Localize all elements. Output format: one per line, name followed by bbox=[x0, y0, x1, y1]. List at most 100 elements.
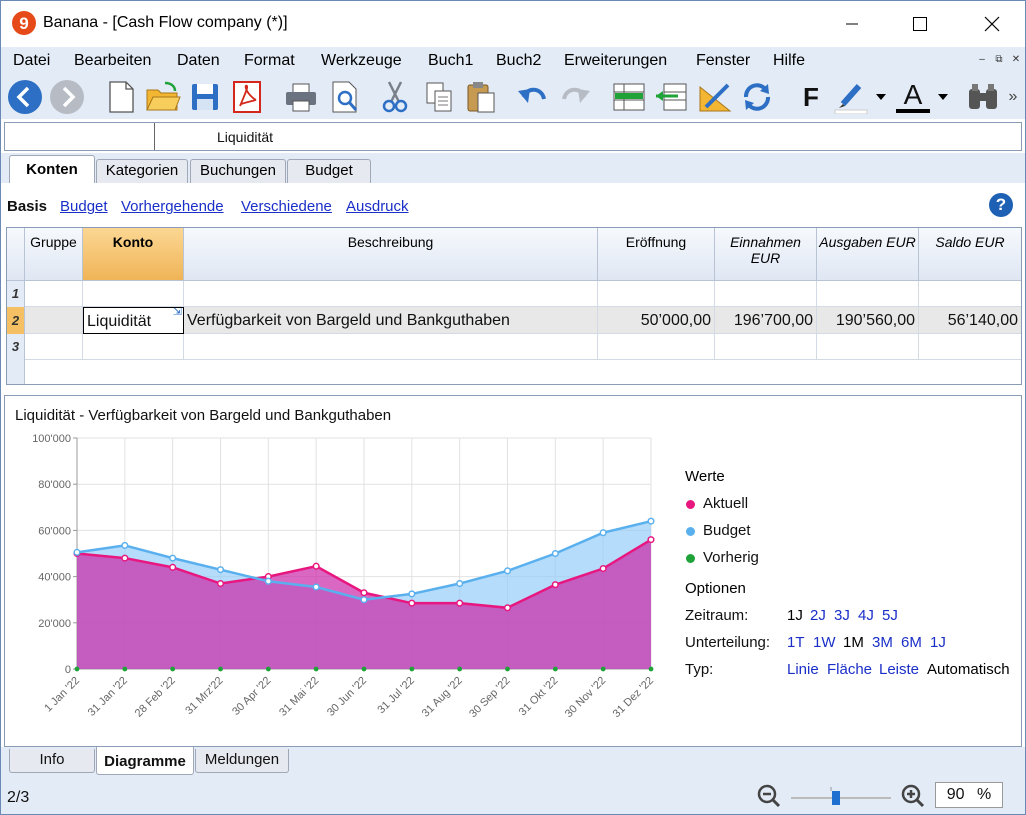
column-header-einnahmen[interactable]: Einnahmen EUR bbox=[715, 228, 817, 281]
typ-option[interactable]: Linie bbox=[787, 661, 819, 678]
table-cell[interactable] bbox=[83, 281, 184, 307]
pdf-button[interactable] bbox=[229, 79, 265, 115]
tab-meldungen[interactable]: Meldungen bbox=[195, 749, 289, 773]
table-cell[interactable] bbox=[598, 334, 715, 360]
column-header-saldo[interactable]: Saldo EUR bbox=[919, 228, 1021, 281]
insert-rows-button[interactable] bbox=[611, 79, 647, 115]
tab-info[interactable]: Info bbox=[9, 749, 95, 773]
cut-button[interactable] bbox=[377, 79, 413, 115]
table-cell[interactable] bbox=[919, 281, 1021, 307]
zeitraum-option[interactable]: 1J bbox=[787, 607, 803, 624]
zeitraum-option[interactable]: 3J bbox=[834, 607, 850, 624]
column-header-eroeffnung[interactable]: Eröffnung bbox=[598, 228, 715, 281]
table-cell[interactable]: 50’000,00 bbox=[598, 307, 715, 334]
tab-buchungen[interactable]: Buchungen bbox=[190, 159, 286, 183]
find-button[interactable] bbox=[965, 79, 1001, 115]
view-link-ausdruck[interactable]: Ausdruck bbox=[346, 198, 409, 215]
cell-link-icon[interactable]: ⇲ bbox=[173, 308, 182, 318]
toolbar-more-button[interactable]: » bbox=[1003, 79, 1023, 115]
zeitraum-option[interactable]: 4J bbox=[858, 607, 874, 624]
highlight-dropdown[interactable] bbox=[871, 79, 891, 115]
table-cell[interactable] bbox=[83, 334, 184, 360]
menu-buch1[interactable]: Buch1 bbox=[428, 52, 473, 70]
table-cell[interactable] bbox=[25, 307, 83, 334]
move-rows-button[interactable] bbox=[653, 79, 689, 115]
unterteilung-option[interactable]: 3M bbox=[872, 634, 893, 651]
view-link-budget[interactable]: Budget bbox=[60, 198, 108, 215]
close-button[interactable] bbox=[969, 1, 1015, 47]
cell-address-box[interactable] bbox=[5, 123, 155, 150]
table-cell[interactable] bbox=[817, 334, 919, 360]
maximize-button[interactable] bbox=[897, 1, 943, 47]
table-cell[interactable]: Verfügbarkeit von Bargeld und Bankguthab… bbox=[184, 307, 598, 334]
menu-werkzeuge[interactable]: Werkzeuge bbox=[321, 52, 402, 70]
column-header-konto[interactable]: Konto bbox=[83, 228, 184, 281]
forward-button[interactable] bbox=[49, 79, 85, 115]
print-preview-button[interactable] bbox=[327, 79, 363, 115]
zoom-out-icon[interactable] bbox=[757, 784, 781, 808]
legend-label-aktuell[interactable]: Aktuell bbox=[703, 495, 748, 512]
menu-erweiterungen[interactable]: Erweiterungen bbox=[564, 52, 667, 70]
typ-option[interactable]: Fläche bbox=[827, 661, 872, 678]
recheck-button[interactable] bbox=[739, 79, 775, 115]
tab-budget[interactable]: Budget bbox=[287, 159, 371, 183]
unterteilung-option[interactable]: 1J bbox=[930, 634, 946, 651]
column-header-gruppe[interactable]: Gruppe bbox=[25, 228, 83, 281]
column-header-ausgaben[interactable]: Ausgaben EUR bbox=[817, 228, 919, 281]
redo-button[interactable] bbox=[557, 79, 593, 115]
unterteilung-option[interactable]: 1W bbox=[813, 634, 836, 651]
edit-button[interactable] bbox=[697, 79, 733, 115]
menu-buch2[interactable]: Buch2 bbox=[496, 52, 541, 70]
zoom-input[interactable]: 90 % bbox=[935, 782, 1003, 808]
menu-format[interactable]: Format bbox=[244, 52, 295, 70]
view-link-vorhergehende[interactable]: Vorhergehende bbox=[121, 198, 224, 215]
table-cell[interactable] bbox=[598, 281, 715, 307]
row-number[interactable]: 1 bbox=[7, 281, 25, 307]
minimize-button[interactable] bbox=[829, 1, 875, 47]
bold-button[interactable]: F bbox=[793, 79, 829, 115]
column-header-beschreibung[interactable]: Beschreibung bbox=[184, 228, 598, 281]
open-button[interactable] bbox=[145, 79, 181, 115]
table-cell[interactable] bbox=[25, 334, 83, 360]
font-color-button[interactable]: A bbox=[895, 79, 931, 115]
undo-button[interactable] bbox=[515, 79, 551, 115]
row-number[interactable]: 3 bbox=[7, 334, 25, 360]
zeitraum-option[interactable]: 2J bbox=[810, 607, 826, 624]
table-cell[interactable] bbox=[184, 334, 598, 360]
menu-daten[interactable]: Daten bbox=[177, 52, 220, 70]
legend-label-budget[interactable]: Budget bbox=[703, 522, 751, 539]
new-file-button[interactable] bbox=[103, 79, 139, 115]
unterteilung-option[interactable]: 1M bbox=[843, 634, 864, 651]
zeitraum-option[interactable]: 5J bbox=[882, 607, 898, 624]
menu-fenster[interactable]: Fenster bbox=[696, 52, 750, 70]
cell-value-text[interactable]: Liquidität bbox=[217, 129, 273, 145]
tab-diagramme[interactable]: Diagramme bbox=[96, 747, 194, 775]
help-icon[interactable]: ? bbox=[989, 193, 1013, 217]
unterteilung-option[interactable]: 6M bbox=[901, 634, 922, 651]
table-cell[interactable] bbox=[919, 334, 1021, 360]
view-link-verschiedene[interactable]: Verschiedene bbox=[241, 198, 332, 215]
paste-button[interactable] bbox=[463, 79, 499, 115]
table-cell[interactable] bbox=[25, 281, 83, 307]
back-button[interactable] bbox=[7, 79, 43, 115]
zoom-in-icon[interactable] bbox=[901, 784, 925, 808]
menu-bearbeiten[interactable]: Bearbeiten bbox=[74, 52, 151, 70]
table-cell[interactable] bbox=[817, 281, 919, 307]
tab-konten[interactable]: Konten bbox=[9, 155, 95, 183]
tab-kategorien[interactable]: Kategorien bbox=[96, 159, 188, 183]
unterteilung-option[interactable]: 1T bbox=[787, 634, 805, 651]
row-number[interactable]: 2 bbox=[7, 307, 25, 334]
copy-button[interactable] bbox=[421, 79, 457, 115]
menu-hilfe[interactable]: Hilfe bbox=[773, 52, 805, 70]
highlight-button[interactable] bbox=[833, 79, 869, 115]
menu-datei[interactable]: Datei bbox=[13, 52, 50, 70]
table-cell[interactable] bbox=[184, 281, 598, 307]
table-cell[interactable]: 56’140,00 bbox=[919, 307, 1021, 334]
view-current[interactable]: Basis bbox=[7, 198, 47, 215]
typ-option[interactable]: Automatisch bbox=[927, 661, 1010, 678]
table-cell[interactable]: 190’560,00 bbox=[817, 307, 919, 334]
table-cell[interactable]: 196’700,00 bbox=[715, 307, 817, 334]
table-cell[interactable] bbox=[715, 334, 817, 360]
print-button[interactable] bbox=[283, 79, 319, 115]
font-color-dropdown[interactable] bbox=[933, 79, 953, 115]
